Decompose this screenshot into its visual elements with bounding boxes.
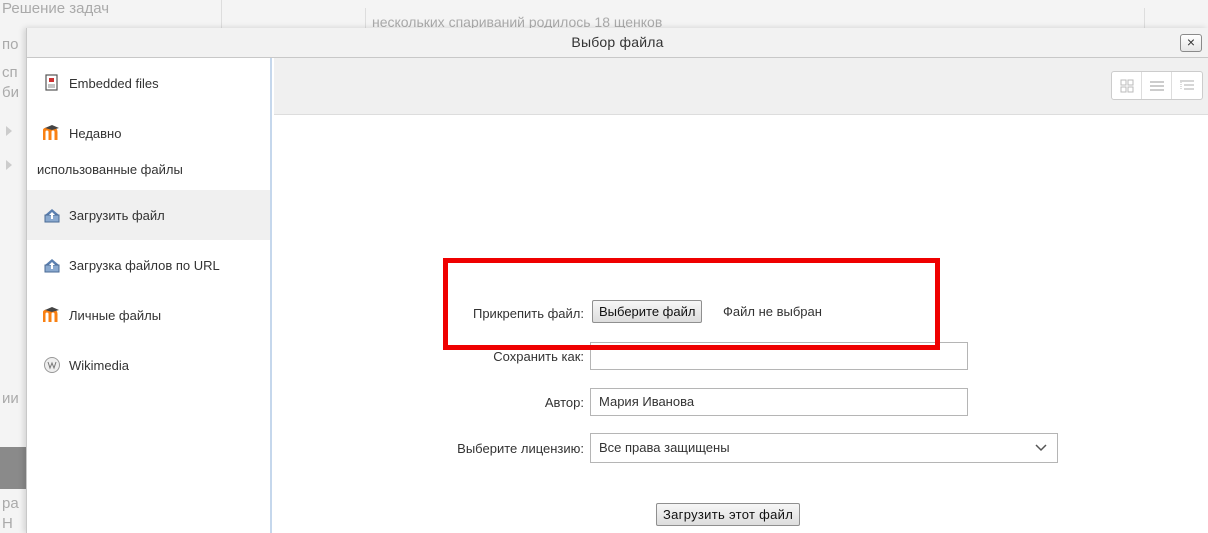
background-fragment: би (2, 84, 19, 101)
moodle-icon (43, 125, 59, 140)
upload-form: Прикрепить файл: Выберите файл Файл не в… (274, 115, 1208, 533)
author-input[interactable]: Мария Иванова (590, 388, 968, 416)
file-picker-dialog: Выбор файла × Embedded files Недавно исп… (26, 28, 1208, 533)
list-view-icon (1149, 80, 1164, 91)
wikimedia-icon (44, 357, 60, 373)
license-select[interactable]: Все права защищены (590, 433, 1058, 463)
close-button[interactable]: × (1180, 34, 1202, 52)
save-as-row: Сохранить как: (274, 342, 1208, 372)
save-as-label: Сохранить как: (493, 349, 584, 364)
license-label: Выберите лицензию: (457, 441, 584, 456)
background-fragment: Н (2, 515, 13, 532)
upload-icon (44, 209, 60, 223)
sidebar-item-label: Wikimedia (69, 358, 129, 373)
chevron-down-icon (1035, 444, 1047, 452)
attach-file-row: Прикрепить файл: Выберите файл Файл не в… (274, 299, 1208, 329)
tree-view-icon (1180, 79, 1194, 90)
background-fragment: ра (2, 495, 19, 512)
license-row: Выберите лицензию: Все права защищены (274, 433, 1208, 463)
choose-file-button[interactable]: Выберите файл (592, 300, 703, 323)
sidebar-item-url-upload[interactable]: Загрузка файлов по URL (27, 240, 270, 290)
upload-this-file-button[interactable]: Загрузить этот файл (656, 503, 801, 526)
icons-view-icon (1120, 79, 1133, 92)
sidebar-item-label: Embedded files (69, 76, 159, 91)
sidebar-item-label: Личные файлы (69, 308, 162, 323)
background-fragment: ии (2, 390, 19, 407)
author-label: Автор: (544, 395, 584, 410)
embedded-file-icon (45, 74, 58, 91)
sidebar-item-label: Загрузка файлов по URL (69, 258, 220, 273)
url-upload-icon (44, 259, 60, 273)
background-cell-right: нескольких спариваний родилось 18 щенков (365, 8, 1145, 28)
author-row: Автор: Мария Иванова (274, 388, 1208, 418)
save-as-input[interactable] (590, 342, 968, 370)
background-fragment: по (2, 36, 19, 53)
dialog-title: Выбор файла (571, 34, 664, 50)
background-header: Решение задач нескольких спариваний роди… (0, 0, 1208, 28)
file-picker-toolbar (274, 58, 1208, 115)
sidebar-item-label: использованные файлы (37, 162, 183, 177)
sidebar-item-recent-files[interactable]: Недавно использованные файлы (27, 108, 270, 190)
list-view-button[interactable] (1142, 72, 1172, 99)
file-status-text: Файл не выбран (723, 304, 822, 319)
background-cell-left: Решение задач (0, 0, 222, 28)
background-arrow-icon (6, 126, 12, 136)
icons-view-button[interactable] (1112, 72, 1142, 99)
sidebar-item-embedded-files[interactable]: Embedded files (27, 58, 270, 108)
tree-view-button[interactable] (1172, 72, 1202, 99)
background-arrow-icon (6, 160, 12, 170)
sidebar-item-upload-file[interactable]: Загрузить файл (27, 190, 270, 240)
moodle-icon (43, 307, 59, 322)
sidebar-item-label: Недавно (69, 126, 122, 141)
dialog-titlebar: Выбор файла × (27, 28, 1208, 58)
repository-sidebar: Embedded files Недавно использованные фа… (27, 58, 272, 533)
license-selected-value: Все права защищены (599, 440, 730, 455)
sidebar-item-wikimedia[interactable]: Wikimedia (27, 340, 270, 390)
attach-file-label: Прикрепить файл: (472, 306, 584, 321)
sidebar-item-label: Загрузить файл (69, 208, 165, 223)
background-fragment: сп (2, 64, 18, 81)
view-switcher (1111, 71, 1203, 100)
sidebar-item-private-files[interactable]: Личные файлы (27, 290, 270, 340)
